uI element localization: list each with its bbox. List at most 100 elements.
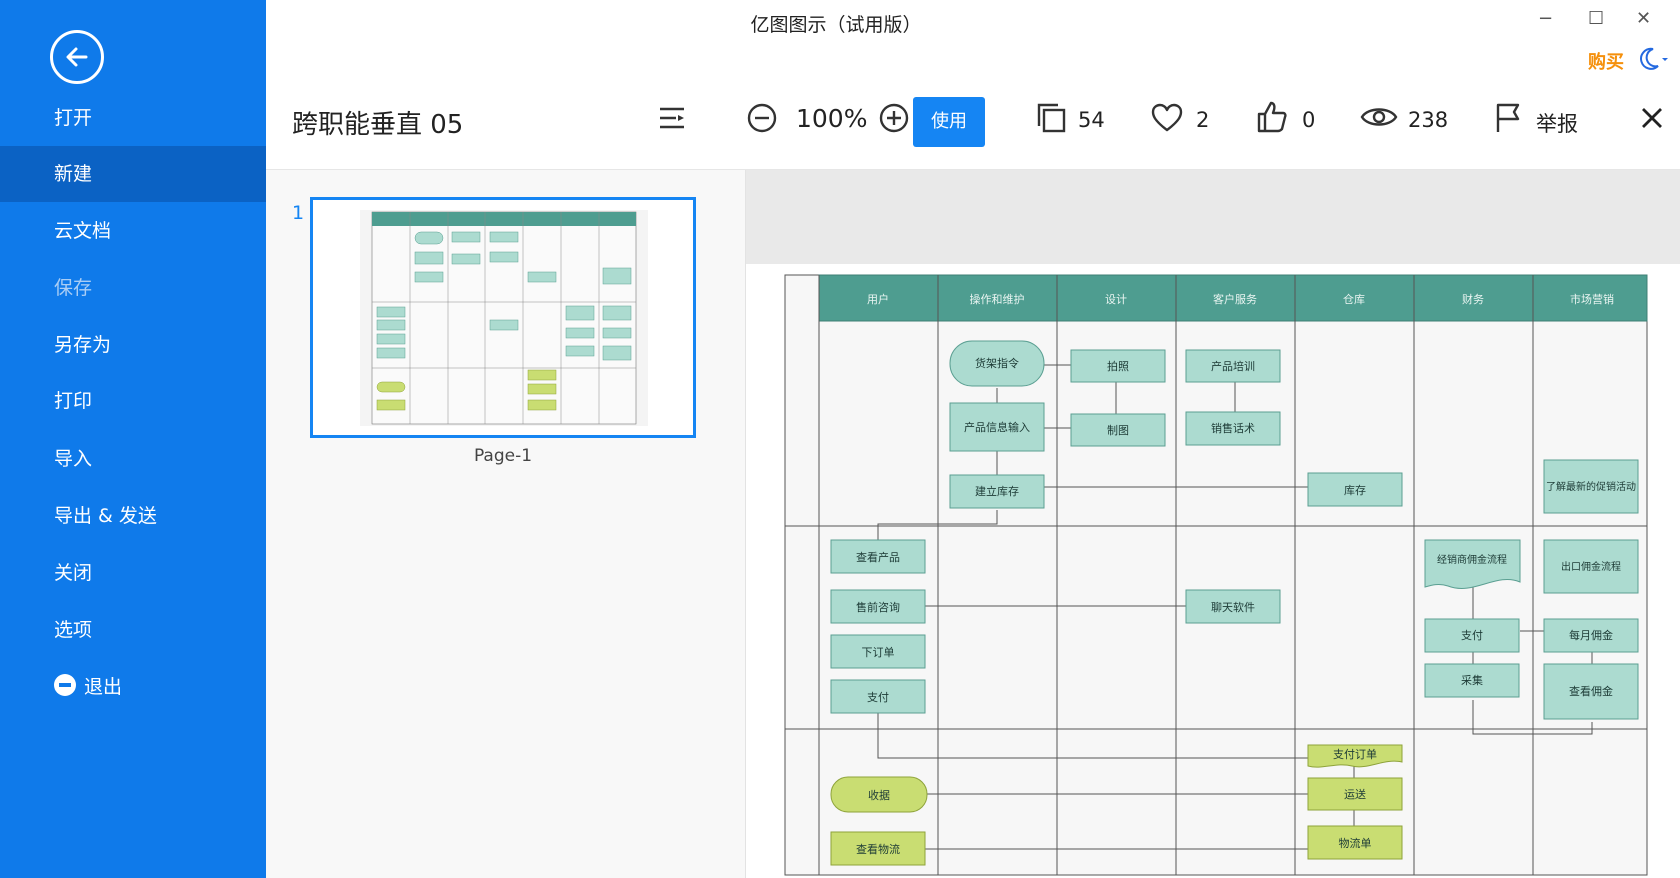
window-title: 亿图图示（试用版） (750, 14, 922, 36)
sidebar-item-new[interactable]: 新建 (0, 146, 266, 202)
copy-count: 54 (1078, 108, 1105, 132)
svg-text:拍照: 拍照 (1107, 359, 1129, 373)
flow-node[interactable]: 聊天软件 (1185, 589, 1281, 624)
svg-text:每月佣金: 每月佣金 (1569, 628, 1613, 642)
flow-node[interactable]: 下订单 (830, 634, 926, 669)
report-label[interactable]: 举报 (1536, 108, 1578, 138)
sidebar-item-close[interactable]: 关闭 (0, 545, 266, 601)
flow-node[interactable]: 产品信息输入 (949, 402, 1045, 452)
svg-text:经销商佣金流程: 经销商佣金流程 (1437, 553, 1507, 566)
zoom-in-icon[interactable] (878, 102, 910, 134)
flow-node[interactable]: 售前咨询 (830, 589, 926, 624)
flow-node[interactable]: 销售话术 (1185, 411, 1281, 446)
flow-node[interactable]: 建立库存 (949, 474, 1045, 509)
close-window-button[interactable]: ✕ (1636, 8, 1651, 29)
flow-node[interactable]: 物流单 (1307, 825, 1403, 860)
flow-node[interactable]: 查看佣金 (1543, 663, 1639, 720)
pages-panel: 1 Page-1 (266, 170, 746, 878)
canvas-margin (746, 170, 1680, 264)
use-template-button[interactable]: 使用 (913, 97, 985, 147)
sidebar-item-import[interactable]: 导入 (0, 431, 266, 487)
maximize-button[interactable]: ☐ (1588, 8, 1604, 29)
lane-header: 操作和维护 (970, 292, 1025, 306)
flow-node[interactable]: 每月佣金 (1543, 618, 1639, 653)
flow-node[interactable]: 制图 (1070, 413, 1166, 447)
like-count: 0 (1302, 108, 1316, 132)
svg-text:聊天软件: 聊天软件 (1211, 600, 1255, 614)
exit-icon (54, 674, 76, 696)
sidebar-item-save-as[interactable]: 另存为 (0, 317, 266, 373)
page-thumbnail[interactable] (310, 197, 696, 438)
flow-node[interactable]: 采集 (1424, 663, 1520, 698)
svg-text:查看产品: 查看产品 (856, 550, 900, 564)
flow-node[interactable]: 拍照 (1070, 349, 1166, 383)
svg-text:查看物流: 查看物流 (856, 842, 900, 856)
svg-text:产品信息输入: 产品信息输入 (964, 420, 1030, 434)
svg-text:产品培训: 产品培训 (1211, 359, 1255, 373)
svg-text:支付: 支付 (1461, 629, 1483, 642)
zoom-out-icon[interactable] (746, 102, 778, 134)
svg-text:售前咨询: 售前咨询 (856, 600, 900, 614)
buy-link[interactable]: 购买 (1588, 48, 1624, 74)
sidebar-item-open[interactable]: 打开 (0, 90, 266, 146)
lane-header: 设计 (1105, 293, 1127, 306)
flow-node[interactable]: 产品培训 (1185, 349, 1281, 383)
sidebar-item-options[interactable]: 选项 (0, 602, 266, 658)
flow-node[interactable]: 了解最新的促销活动 (1543, 459, 1639, 514)
sidebar-item-export-send[interactable]: 导出 & 发送 (0, 488, 266, 544)
flow-node[interactable]: 支付 (830, 679, 926, 714)
svg-text:建立库存: 建立库存 (975, 484, 1019, 498)
title-bar: 亿图图示（试用版） − ☐ ✕ 购买 (266, 0, 1680, 78)
svg-text:下订单: 下订单 (862, 646, 895, 659)
lane-header: 仓库 (1343, 292, 1365, 306)
favorite-count: 2 (1196, 108, 1210, 132)
flow-node[interactable]: 查看产品 (830, 539, 926, 574)
svg-text:采集: 采集 (1461, 673, 1483, 687)
flow-node[interactable]: 库存 (1307, 472, 1403, 507)
svg-text:运送: 运送 (1344, 787, 1366, 801)
eye-icon (1360, 108, 1398, 126)
moon-icon[interactable] (1636, 46, 1670, 72)
cross-functional-flowchart: 用户 操作和维护 设计 客户服务 仓库 财务 市场营销 货架指令 拍照 产品培训… (784, 274, 1648, 876)
close-icon[interactable] (1640, 106, 1664, 130)
thumbs-up-icon[interactable] (1256, 100, 1288, 134)
diagram-canvas[interactable]: 用户 操作和维护 设计 客户服务 仓库 财务 市场营销 货架指令 拍照 产品培训… (746, 170, 1680, 878)
svg-text:物流单: 物流单 (1339, 836, 1372, 850)
sidebar-item-save[interactable]: 保存 (0, 260, 266, 316)
document-title: 跨职能垂直 05 (292, 110, 464, 140)
back-button[interactable] (50, 30, 104, 84)
flow-node[interactable]: 出口佣金流程 (1543, 539, 1639, 594)
lane-header: 用户 (867, 292, 889, 306)
flow-node[interactable]: 支付 (1424, 618, 1520, 653)
sidebar-item-exit[interactable]: 退出 (0, 659, 266, 715)
lane-header: 市场营销 (1570, 292, 1614, 306)
svg-text:出口佣金流程: 出口佣金流程 (1561, 560, 1621, 573)
copy-icon[interactable] (1036, 102, 1068, 134)
page-label: Page-1 (473, 446, 533, 466)
file-sidebar: 打开 新建 云文档 保存 另存为 打印 导入 导出 & 发送 关闭 选项 退出 (0, 0, 266, 878)
page-number: 1 (292, 202, 305, 224)
template-toolbar: 跨职能垂直 05 100% 使用 54 2 0 238 举报 (266, 78, 1680, 170)
svg-text:货架指令: 货架指令 (975, 356, 1019, 370)
outline-menu-icon[interactable] (658, 104, 688, 134)
lane-header: 财务 (1462, 292, 1484, 306)
svg-text:了解最新的促销活动: 了解最新的促销活动 (1546, 480, 1636, 493)
flag-icon[interactable] (1494, 102, 1522, 134)
page-thumbnail-preview (360, 210, 648, 426)
sidebar-item-print[interactable]: 打印 (0, 373, 266, 429)
svg-text:支付: 支付 (867, 691, 889, 704)
flow-node[interactable]: 货架指令 (949, 340, 1045, 387)
flow-node[interactable]: 运送 (1307, 777, 1403, 811)
zoom-level: 100% (796, 104, 868, 133)
svg-text:支付订单: 支付订单 (1333, 748, 1377, 761)
svg-text:库存: 库存 (1344, 483, 1366, 497)
svg-text:销售话术: 销售话术 (1211, 421, 1255, 435)
minimize-button[interactable]: − (1538, 8, 1553, 29)
flow-node[interactable]: 收据 (830, 776, 928, 813)
svg-text:制图: 制图 (1107, 424, 1129, 437)
lane-header: 客户服务 (1213, 292, 1257, 306)
flow-node[interactable]: 查看物流 (830, 831, 926, 866)
exit-label: 退出 (84, 676, 123, 698)
heart-icon[interactable] (1150, 102, 1184, 134)
sidebar-item-cloud-docs[interactable]: 云文档 (0, 203, 266, 259)
